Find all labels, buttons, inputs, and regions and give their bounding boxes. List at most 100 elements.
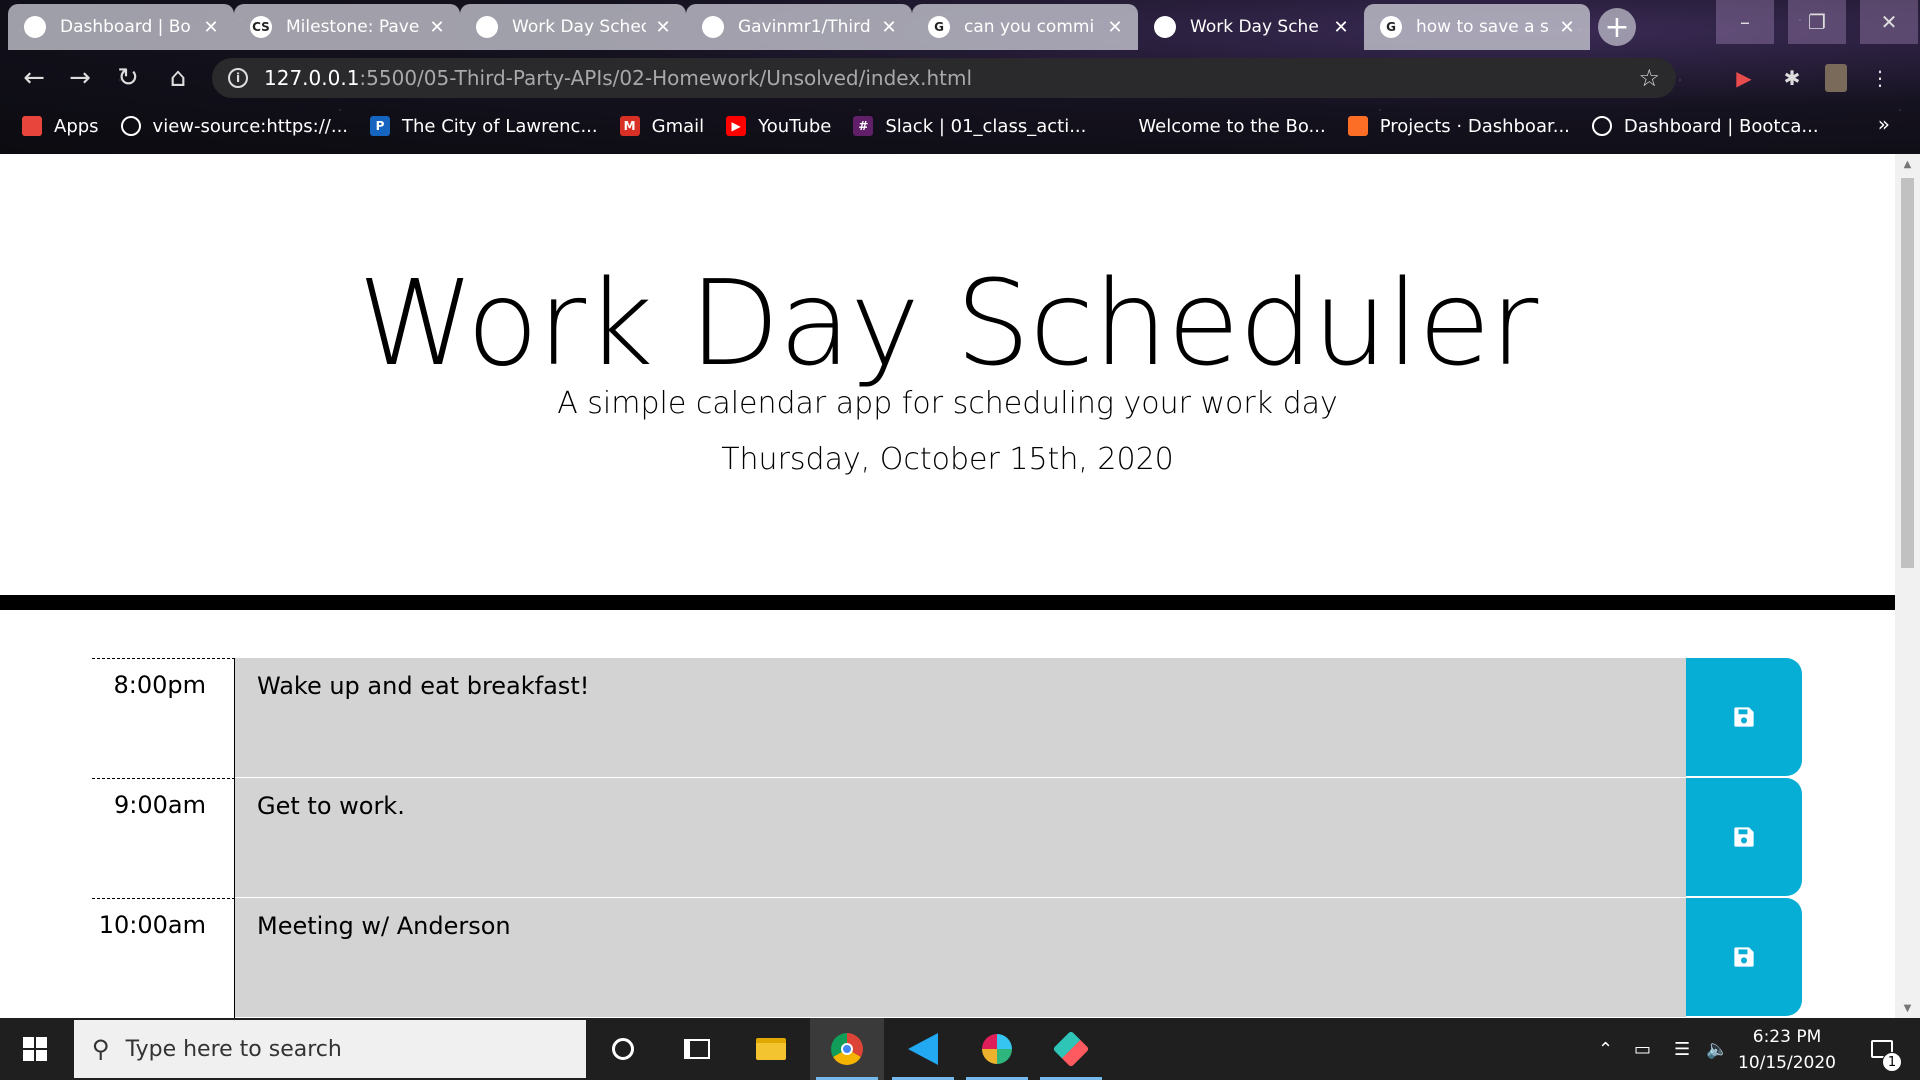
bookmarks-bar: Apps view-source:https://... P The City of … — [0, 108, 1920, 144]
cs-icon: CS — [250, 16, 272, 38]
close-tab-icon[interactable]: ✕ — [1332, 17, 1350, 38]
taskbar-search-box[interactable]: ⚲ Type here to search — [74, 1020, 586, 1078]
bookmark-label: Welcome to the Bo... — [1138, 115, 1326, 137]
back-button[interactable]: ← — [14, 56, 54, 100]
page-viewport: Work Day Scheduler A simple calendar app… — [0, 154, 1895, 1018]
file-explorer-icon[interactable] — [734, 1018, 808, 1080]
globe-icon — [120, 116, 141, 136]
browser-chrome: Dashboard | Bo ✕ CS Milestone: Pave ✕ Work Da… — [0, 0, 1920, 154]
save-button[interactable] — [1686, 898, 1802, 1016]
home-button[interactable]: ⌂ — [158, 56, 198, 100]
show-hidden-icons-button[interactable]: ⌃ — [1598, 1018, 1613, 1080]
bookmark-star-icon[interactable]: ☆ — [1638, 64, 1660, 92]
minimize-button[interactable]: – — [1716, 0, 1774, 44]
battery-icon[interactable]: ▭ — [1634, 1018, 1651, 1080]
time-block: 8:00pm Wake up and eat breakfast! — [92, 658, 1802, 778]
page-scrollbar[interactable]: ▲ ▼ — [1895, 154, 1920, 1018]
youtube-icon: ▶ — [726, 116, 747, 136]
close-tab-icon[interactable]: ✕ — [428, 17, 446, 38]
bookmark-item[interactable]: view-source:https://... — [120, 115, 349, 137]
close-tab-icon[interactable]: ✕ — [1558, 17, 1576, 38]
globe-icon — [476, 16, 498, 38]
event-description[interactable]: Get to work. — [235, 778, 1686, 898]
clock-time: 6:23 PM — [1752, 1027, 1822, 1047]
search-placeholder: Type here to search — [125, 1036, 342, 1062]
bookmarks-overflow-button[interactable]: » — [1878, 112, 1890, 136]
gmail-icon: M — [619, 116, 640, 136]
browser-tab[interactable]: CS Milestone: Pave ✕ — [234, 4, 460, 50]
bookmark-item[interactable]: Projects · Dashboar... — [1347, 115, 1570, 137]
address-bar[interactable]: i 127.0.0.1:5500/05-Third-Party-APIs/02-… — [212, 58, 1676, 98]
task-view-icon[interactable] — [660, 1018, 734, 1080]
event-description[interactable]: Meeting w/ Anderson — [235, 898, 1686, 1018]
bookmark-item[interactable]: P The City of Lawrenc... — [370, 116, 598, 137]
bookmark-item[interactable]: # Slack | 01_class_acti... — [853, 116, 1086, 137]
close-tab-icon[interactable]: ✕ — [202, 17, 220, 38]
browser-tab[interactable]: Ghow to save a s ✕ — [1364, 4, 1590, 50]
tab-label: can you commi — [964, 17, 1095, 37]
scrollbar-thumb[interactable] — [1901, 178, 1914, 568]
google-icon: G — [1380, 16, 1402, 38]
slack-icon[interactable] — [960, 1018, 1034, 1080]
forward-button[interactable]: → — [60, 56, 100, 100]
browser-tab[interactable]: Work Day Sche ✕ — [1138, 4, 1364, 50]
bookmark-item[interactable]: M Gmail — [619, 116, 704, 137]
scroll-up-arrow-icon[interactable]: ▲ — [1895, 154, 1920, 174]
close-tab-icon[interactable]: ✕ — [1106, 17, 1124, 38]
bookmark-item[interactable]: Apps — [22, 116, 99, 137]
extension-record-icon[interactable]: ▶ — [1726, 60, 1762, 96]
event-description[interactable]: Wake up and eat breakfast! — [235, 658, 1686, 778]
gitkraken-icon[interactable] — [1034, 1018, 1108, 1080]
bookmark-label: Dashboard | Bootca... — [1623, 115, 1819, 137]
bookmark-label: Projects · Dashboar... — [1379, 115, 1570, 137]
jumbotron-divider — [0, 595, 1895, 610]
close-tab-icon[interactable]: ✕ — [654, 17, 672, 38]
clock-date: 10/15/2020 — [1738, 1053, 1836, 1073]
vscode-icon[interactable] — [886, 1018, 960, 1080]
current-day: Thursday, October 15th, 2020 — [721, 442, 1174, 477]
chrome-icon[interactable] — [810, 1018, 884, 1080]
reload-button[interactable]: ↻ — [108, 56, 148, 100]
wifi-icon[interactable]: ☰ — [1674, 1018, 1690, 1080]
tab-label: Work Day Schec — [512, 17, 646, 37]
bookmark-label: view-source:https://... — [152, 115, 349, 137]
floppy-disk-icon — [1734, 707, 1754, 727]
profile-avatar[interactable] — [1818, 60, 1854, 96]
bookmark-label: Apps — [54, 115, 99, 137]
action-center-button[interactable]: 1 — [1852, 1018, 1912, 1080]
browser-menu-icon[interactable]: ⋮ — [1862, 60, 1898, 96]
page-title: Work Day Scheduler — [357, 254, 1539, 392]
scroll-down-arrow-icon[interactable]: ▼ — [1895, 998, 1920, 1018]
hour-label: 9:00am — [92, 778, 235, 898]
bookmark-label: Slack | 01_class_acti... — [885, 115, 1087, 137]
start-button[interactable] — [0, 1018, 70, 1080]
close-tab-icon[interactable]: ✕ — [880, 17, 898, 38]
bookmark-item[interactable]: ▶ YouTube — [726, 116, 831, 137]
volume-icon[interactable]: 🔈 — [1706, 1018, 1728, 1080]
bookmark-item[interactable]: Welcome to the Bo... — [1138, 116, 1325, 137]
system-clock[interactable]: 6:23 PM 10/15/2020 — [1732, 1024, 1842, 1076]
notification-count-badge: 1 — [1882, 1052, 1902, 1072]
bookmark-item[interactable]: Dashboard | Bootca... — [1591, 115, 1819, 137]
tab-label: Gavinmr1/Third — [738, 17, 871, 37]
cortana-icon[interactable] — [586, 1018, 660, 1080]
tab-label: Milestone: Pave — [286, 17, 420, 37]
windows-logo-icon — [23, 1037, 47, 1061]
new-tab-button[interactable]: + — [1598, 8, 1636, 46]
hour-label: 8:00pm — [92, 658, 235, 778]
search-icon: ⚲ — [92, 1035, 110, 1063]
save-button[interactable] — [1686, 778, 1802, 896]
browser-tab[interactable]: Gavinmr1/Third ✕ — [686, 4, 912, 50]
browser-tab[interactable]: Dashboard | Bo ✕ — [8, 4, 234, 50]
browser-tab[interactable]: Work Day Schec ✕ — [460, 4, 686, 50]
time-block: 9:00am Get to work. — [92, 778, 1802, 898]
browser-tab[interactable]: Gcan you commi ✕ — [912, 4, 1138, 50]
site-info-icon[interactable]: i — [228, 68, 248, 88]
close-window-button[interactable]: ✕ — [1860, 0, 1918, 44]
github-icon — [702, 16, 724, 38]
extensions-puzzle-icon[interactable]: ✱ — [1774, 60, 1810, 96]
globe-icon — [1154, 16, 1176, 38]
time-block: 10:00am Meeting w/ Anderson — [92, 898, 1802, 1018]
maximize-button[interactable]: ❐ — [1788, 0, 1846, 44]
save-button[interactable] — [1686, 658, 1802, 776]
